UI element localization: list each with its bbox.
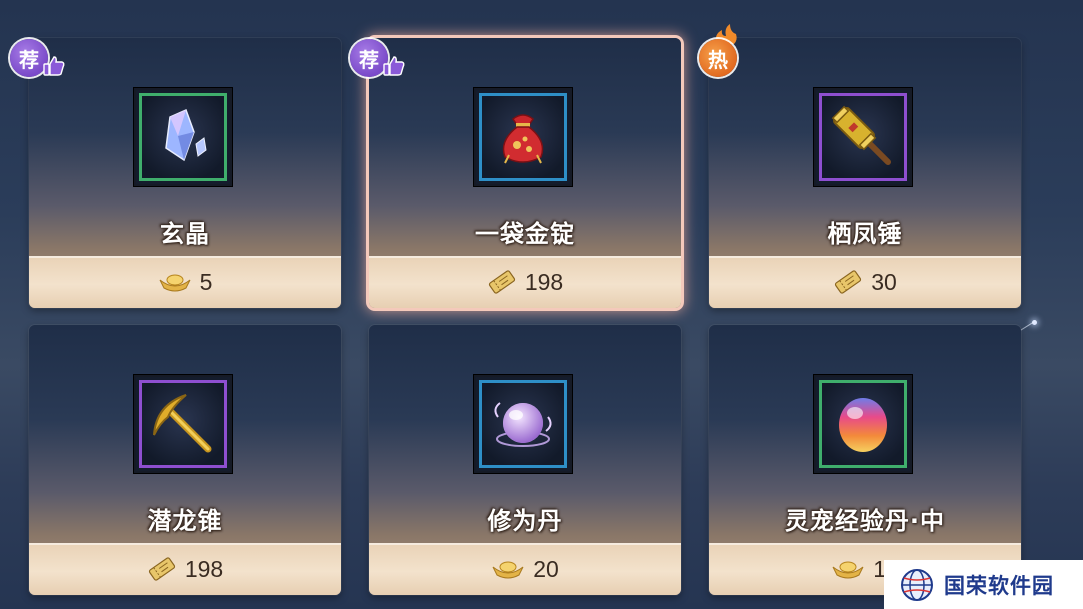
- item-name: 修为丹: [487, 507, 563, 535]
- pet-exp-pill-icon: [839, 398, 887, 452]
- shop-item-card[interactable]: 灵宠经验丹·中 15: [709, 325, 1021, 595]
- watermark: 国荣软件园: [884, 560, 1083, 609]
- ticket-icon: [147, 556, 177, 582]
- item-name: 灵宠经验丹·中: [784, 507, 946, 535]
- shop-screen: { "shop": { "items": [ {"name": "玄晶", "p…: [0, 0, 1083, 609]
- item-price: 198: [524, 268, 564, 295]
- thumbs-up-icon: [383, 56, 405, 76]
- item-icon-frame: [134, 375, 232, 473]
- item-name: 玄晶: [160, 220, 210, 248]
- thumbs-up-icon: [43, 56, 65, 76]
- price-strip: 20: [369, 543, 681, 595]
- hammer-icon: [831, 105, 891, 165]
- gold-ingot-icon: [491, 558, 525, 580]
- item-price: 20: [533, 555, 559, 582]
- watermark-text: 国荣软件园: [944, 573, 1054, 598]
- money-bag-icon: [502, 114, 544, 164]
- shop-item-card-selected[interactable]: 一袋金锭 198: [369, 38, 681, 308]
- item-icon-frame: [474, 88, 572, 186]
- item-icon-frame: [814, 88, 912, 186]
- item-price: 30: [871, 268, 897, 295]
- item-icon-frame: [474, 375, 572, 473]
- globe-logo-icon: [901, 568, 933, 601]
- price-strip: 30: [709, 256, 1021, 308]
- shop-item-card[interactable]: 潜龙锥 198: [29, 325, 341, 595]
- item-icon-frame: [814, 375, 912, 473]
- price-strip: 5: [29, 256, 341, 308]
- ticket-icon: [833, 269, 863, 295]
- item-name: 一袋金锭: [475, 220, 575, 248]
- item-icon-frame: [134, 88, 232, 186]
- price-strip: 198: [29, 543, 341, 595]
- item-name: 栖凤锤: [827, 220, 903, 248]
- hot-badge: 热: [699, 39, 737, 77]
- shop-item-card[interactable]: 玄晶 5: [29, 38, 341, 308]
- price-strip: 198: [369, 256, 681, 308]
- item-name: 潜龙锥: [147, 507, 223, 535]
- cultivation-pill-icon: [494, 402, 552, 447]
- gold-ingot-icon: [158, 271, 192, 293]
- item-price: 5: [199, 268, 213, 295]
- shop-item-card[interactable]: 栖凤锤 30: [709, 38, 1021, 308]
- gold-ingot-icon: [831, 558, 865, 580]
- pickaxe-icon: [153, 394, 212, 453]
- shop-item-card[interactable]: 修为丹 20: [369, 325, 681, 595]
- item-price: 198: [184, 555, 224, 582]
- ticket-icon: [487, 269, 517, 295]
- crystal-icon: [165, 108, 207, 162]
